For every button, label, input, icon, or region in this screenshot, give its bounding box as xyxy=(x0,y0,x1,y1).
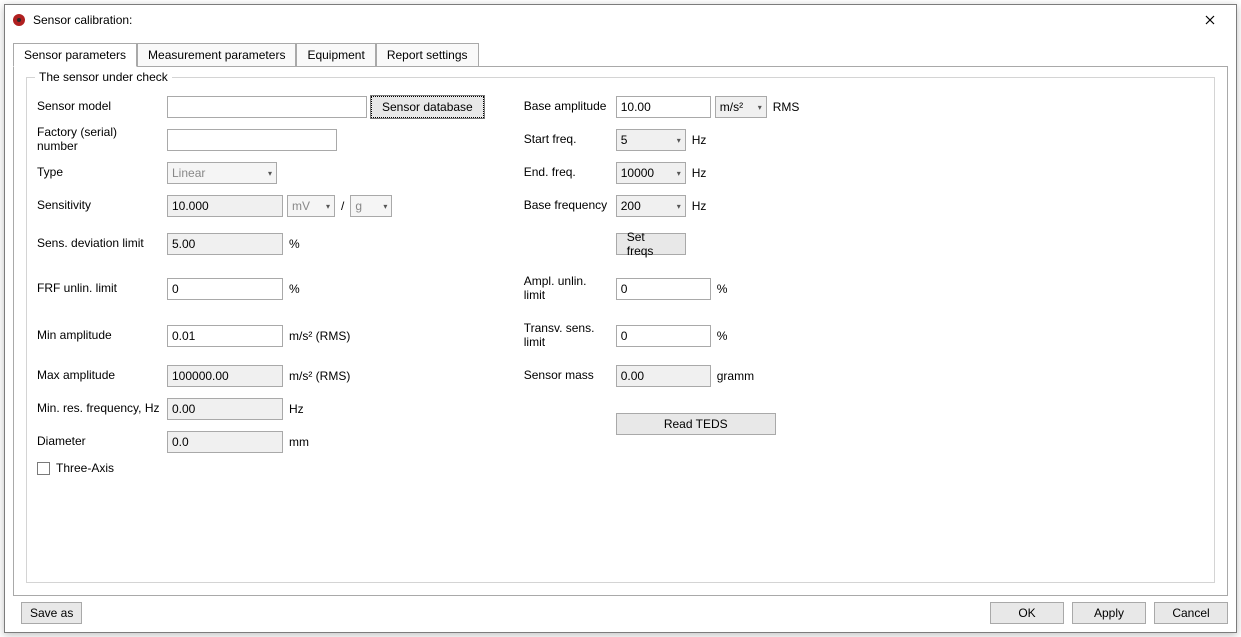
chevron-down-icon: ▾ xyxy=(383,202,387,211)
unit-mm: mm xyxy=(289,435,309,449)
label-end-freq: End. freq. xyxy=(524,166,616,180)
label-base-amplitude: Base amplitude xyxy=(524,100,616,114)
transv-sens-limit-input[interactable] xyxy=(616,325,711,347)
factory-number-input[interactable] xyxy=(167,129,337,151)
label-factory-number: Factory (serial) number xyxy=(37,126,167,154)
right-column: Base amplitude m/s² ▾ RMS Start freq. xyxy=(524,92,800,475)
tab-measurement-parameters[interactable]: Measurement parameters xyxy=(137,43,296,67)
label-ampl-unlin-limit: Ampl. unlin. limit xyxy=(524,275,616,303)
sensitivity-input[interactable] xyxy=(167,195,283,217)
unit-hz: Hz xyxy=(289,402,304,416)
label-min-res-freq: Min. res. frequency, Hz xyxy=(37,402,167,416)
chevron-down-icon: ▾ xyxy=(268,169,272,178)
chevron-down-icon: ▾ xyxy=(326,202,330,211)
tab-report-settings[interactable]: Report settings xyxy=(376,43,479,67)
sensitivity-unit-den-select[interactable]: g ▾ xyxy=(350,195,392,217)
tab-equipment[interactable]: Equipment xyxy=(296,43,375,67)
unit-percent: % xyxy=(289,282,300,296)
label-sensitivity: Sensitivity xyxy=(37,199,167,213)
unit-rms: RMS xyxy=(773,100,800,114)
unit-hz: Hz xyxy=(692,199,707,213)
frf-unlin-limit-input[interactable] xyxy=(167,278,283,300)
label-start-freq: Start freq. xyxy=(524,133,616,147)
base-amplitude-unit-select[interactable]: m/s² ▾ xyxy=(715,96,767,118)
unit-percent: % xyxy=(717,329,728,343)
slash-label: / xyxy=(341,199,344,213)
label-sensor-mass: Sensor mass xyxy=(524,369,616,383)
read-teds-button[interactable]: Read TEDS xyxy=(616,413,776,435)
min-res-freq-input[interactable] xyxy=(167,398,283,420)
save-as-button[interactable]: Save as xyxy=(21,602,82,624)
unit-percent: % xyxy=(717,282,728,296)
label-transv-sens-limit: Transv. sens. limit xyxy=(524,322,616,350)
sensor-database-button[interactable]: Sensor database xyxy=(371,96,484,118)
apply-button[interactable]: Apply xyxy=(1072,602,1146,624)
label-sens-deviation-limit: Sens. deviation limit xyxy=(37,237,167,251)
min-amplitude-input[interactable] xyxy=(167,325,283,347)
tabpage-sensor-parameters: The sensor under check Sensor model Sens… xyxy=(13,66,1228,596)
unit-percent: % xyxy=(289,237,300,251)
tab-sensor-parameters[interactable]: Sensor parameters xyxy=(13,43,137,67)
titlebar: Sensor calibration: xyxy=(5,5,1236,35)
chevron-down-icon: ▾ xyxy=(677,136,681,145)
client-area: Sensor parameters Measurement parameters… xyxy=(5,35,1236,632)
label-three-axis: Three-Axis xyxy=(56,461,114,475)
label-sensor-model: Sensor model xyxy=(37,100,167,114)
unit-hz: Hz xyxy=(692,133,707,147)
three-axis-checkbox[interactable] xyxy=(37,462,50,475)
group-legend: The sensor under check xyxy=(35,70,172,84)
unit-ms2-rms: m/s² (RMS) xyxy=(289,329,350,343)
label-min-amplitude: Min amplitude xyxy=(37,329,167,343)
label-max-amplitude: Max amplitude xyxy=(37,369,167,383)
chevron-down-icon: ▾ xyxy=(758,103,762,112)
base-amplitude-input[interactable] xyxy=(616,96,711,118)
start-freq-value: 5 xyxy=(621,133,628,147)
tabstrip: Sensor parameters Measurement parameters… xyxy=(13,43,1228,67)
sensitivity-unit-num: mV xyxy=(292,199,310,213)
base-amplitude-unit: m/s² xyxy=(720,100,743,114)
base-freq-value: 200 xyxy=(621,199,641,213)
close-button[interactable] xyxy=(1190,6,1230,34)
end-freq-value: 10000 xyxy=(621,166,654,180)
sens-deviation-limit-input[interactable] xyxy=(167,233,283,255)
ok-button[interactable]: OK xyxy=(990,602,1064,624)
chevron-down-icon: ▾ xyxy=(677,169,681,178)
unit-gramm: gramm xyxy=(717,369,754,383)
ampl-unlin-limit-input[interactable] xyxy=(616,278,711,300)
left-column: Sensor model Sensor database Factory (se… xyxy=(37,92,484,475)
start-freq-select[interactable]: 5 ▾ xyxy=(616,129,686,151)
label-frf-unlin-limit: FRF unlin. limit xyxy=(37,282,167,296)
sensitivity-unit-den: g xyxy=(355,199,362,213)
sensor-mass-input[interactable] xyxy=(616,365,711,387)
end-freq-select[interactable]: 10000 ▾ xyxy=(616,162,686,184)
chevron-down-icon: ▾ xyxy=(677,202,681,211)
unit-hz: Hz xyxy=(692,166,707,180)
base-freq-select[interactable]: 200 ▾ xyxy=(616,195,686,217)
app-icon xyxy=(11,12,27,28)
unit-ms2-rms: m/s² (RMS) xyxy=(289,369,350,383)
sensor-model-input[interactable] xyxy=(167,96,367,118)
label-type: Type xyxy=(37,166,167,180)
type-select[interactable]: Linear ▾ xyxy=(167,162,277,184)
dialog-footer: Save as OK Apply Cancel xyxy=(13,596,1228,624)
group-sensor-under-check: The sensor under check Sensor model Sens… xyxy=(26,77,1215,583)
set-freqs-button[interactable]: Set freqs xyxy=(616,233,686,255)
label-base-freq: Base frequency xyxy=(524,199,616,213)
cancel-button[interactable]: Cancel xyxy=(1154,602,1228,624)
type-value: Linear xyxy=(172,166,205,180)
window-title: Sensor calibration: xyxy=(33,13,1190,27)
diameter-input[interactable] xyxy=(167,431,283,453)
max-amplitude-input[interactable] xyxy=(167,365,283,387)
label-diameter: Diameter xyxy=(37,435,167,449)
sensitivity-unit-num-select[interactable]: mV ▾ xyxy=(287,195,335,217)
dialog-window: Sensor calibration: Sensor parameters Me… xyxy=(4,4,1237,633)
